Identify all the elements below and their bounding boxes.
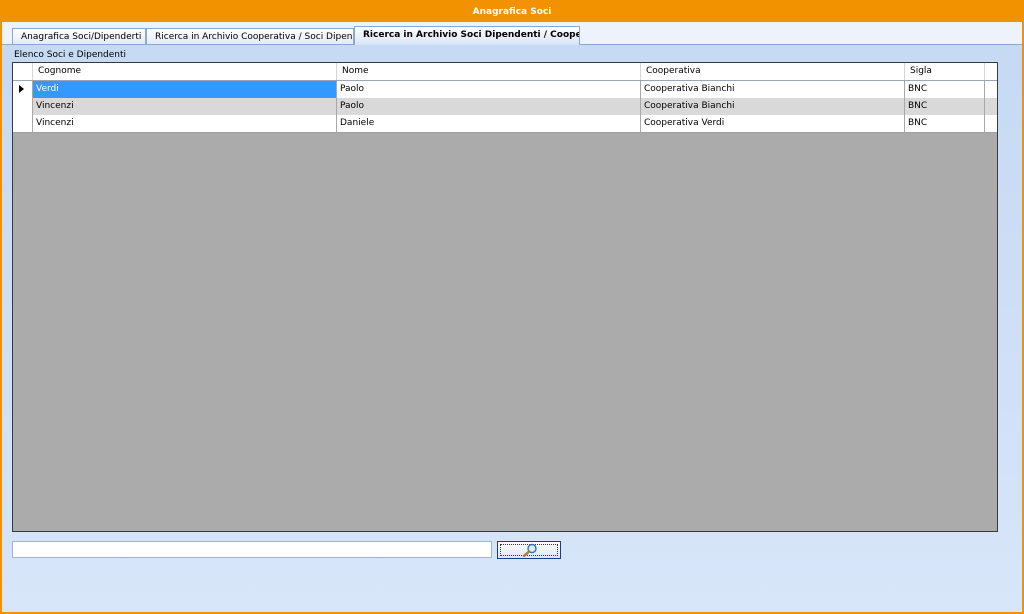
row-header[interactable] (13, 81, 33, 98)
tab-anagrafica[interactable]: Anagrafica Soci/Dipenderti (12, 28, 146, 44)
cell-cooperativa[interactable]: Cooperativa Verdi (641, 115, 905, 132)
table-row[interactable]: Vincenzi Daniele Cooperativa Verdi BNC (13, 115, 997, 133)
current-row-arrow-icon (19, 85, 24, 93)
window-title: Anagrafica Soci (2, 2, 1022, 22)
grid-header: Cognome Nome Cooperativa Sigla (13, 63, 997, 81)
cell-cognome[interactable]: Vincenzi (33, 115, 337, 132)
cell-nome[interactable]: Daniele (337, 115, 641, 132)
column-header-cognome[interactable]: Cognome (33, 63, 337, 80)
search-icon (522, 543, 537, 557)
row-header[interactable] (13, 98, 33, 115)
search-button[interactable] (497, 541, 561, 559)
cell-cognome[interactable]: Vincenzi (33, 98, 337, 115)
cell-nome[interactable]: Paolo (337, 98, 641, 115)
grid-caption: Elenco Soci e Dipendenti (14, 50, 127, 60)
cell-sigla[interactable]: BNC (905, 98, 985, 115)
cell-cooperativa[interactable]: Cooperativa Bianchi (641, 81, 905, 98)
row-header[interactable] (13, 115, 33, 132)
tab-ricerca-cooperativa-soci[interactable]: Ricerca in Archivio Cooperativa / Soci D… (146, 28, 354, 44)
table-row[interactable]: Vincenzi Paolo Cooperativa Bianchi BNC (13, 98, 997, 116)
column-header-sigla[interactable]: Sigla (905, 63, 985, 80)
cell-nome[interactable]: Paolo (337, 81, 641, 98)
data-grid[interactable]: Cognome Nome Cooperativa Sigla Verdi Pao… (12, 62, 998, 532)
tab-ricerca-soci-cooperativa[interactable]: Ricerca in Archivio Soci Dipendenti / Co… (354, 26, 580, 45)
header-corner (13, 63, 33, 80)
cell-cooperativa[interactable]: Cooperativa Bianchi (641, 98, 905, 115)
cell-cognome[interactable]: Verdi (33, 81, 337, 98)
search-input[interactable] (12, 541, 492, 558)
tab-content: Elenco Soci e Dipendenti Cognome Nome Co… (2, 45, 1022, 612)
header-filler (985, 63, 997, 80)
table-row[interactable]: Verdi Paolo Cooperativa Bianchi BNC (13, 81, 997, 99)
column-header-cooperativa[interactable]: Cooperativa (641, 63, 905, 80)
cell-sigla[interactable]: BNC (905, 115, 985, 132)
cell-sigla[interactable]: BNC (905, 81, 985, 98)
app-window: Anagrafica Soci Anagrafica Soci/Dipender… (0, 0, 1024, 614)
column-header-nome[interactable]: Nome (337, 63, 641, 80)
tab-strip: Anagrafica Soci/Dipenderti Ricerca in Ar… (2, 22, 1022, 45)
